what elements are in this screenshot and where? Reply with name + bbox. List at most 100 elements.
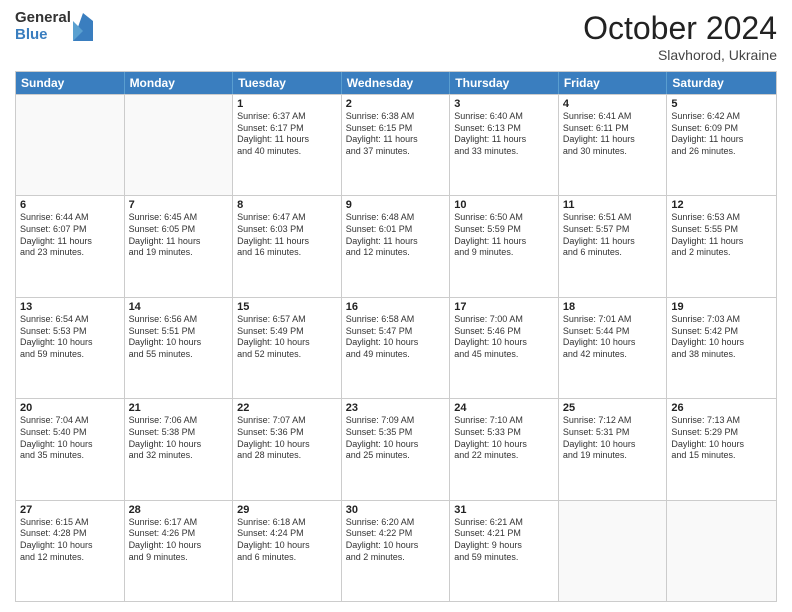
cell-info-line: Sunrise: 6:42 AM: [671, 111, 772, 123]
cell-info-line: Daylight: 10 hours: [346, 439, 446, 451]
cell-info-line: Daylight: 10 hours: [346, 540, 446, 552]
cell-info-line: and 32 minutes.: [129, 450, 229, 462]
cell-info-line: and 2 minutes.: [671, 247, 772, 259]
cell-info-line: and 33 minutes.: [454, 146, 554, 158]
cell-info-line: Sunset: 6:03 PM: [237, 224, 337, 236]
cell-info-line: and 19 minutes.: [129, 247, 229, 259]
calendar-cell: 20Sunrise: 7:04 AMSunset: 5:40 PMDayligh…: [16, 399, 125, 499]
cell-info-line: and 19 minutes.: [563, 450, 663, 462]
day-number: 11: [563, 199, 663, 211]
cell-info-line: and 26 minutes.: [671, 146, 772, 158]
cell-info-line: and 49 minutes.: [346, 349, 446, 361]
cell-info-line: and 12 minutes.: [20, 552, 120, 564]
day-number: 17: [454, 301, 554, 313]
cell-info-line: Sunrise: 6:45 AM: [129, 212, 229, 224]
calendar-header: SundayMondayTuesdayWednesdayThursdayFrid…: [16, 72, 776, 94]
cell-info-line: and 23 minutes.: [20, 247, 120, 259]
cell-info-line: Daylight: 11 hours: [563, 236, 663, 248]
cell-info-line: Daylight: 10 hours: [563, 439, 663, 451]
cell-info-line: Sunset: 5:46 PM: [454, 326, 554, 338]
day-number: 10: [454, 199, 554, 211]
calendar-cell: 29Sunrise: 6:18 AMSunset: 4:24 PMDayligh…: [233, 501, 342, 601]
day-number: 15: [237, 301, 337, 313]
calendar-cell: 12Sunrise: 6:53 AMSunset: 5:55 PMDayligh…: [667, 196, 776, 296]
cell-info-line: Daylight: 11 hours: [129, 236, 229, 248]
cell-info-line: Daylight: 10 hours: [129, 540, 229, 552]
day-number: 28: [129, 504, 229, 516]
day-number: 23: [346, 402, 446, 414]
day-number: 29: [237, 504, 337, 516]
calendar-cell: 10Sunrise: 6:50 AMSunset: 5:59 PMDayligh…: [450, 196, 559, 296]
cell-info-line: Sunset: 6:09 PM: [671, 123, 772, 135]
cell-info-line: Sunrise: 6:15 AM: [20, 517, 120, 529]
day-number: 18: [563, 301, 663, 313]
cell-info-line: Sunrise: 6:58 AM: [346, 314, 446, 326]
cell-info-line: Sunrise: 6:37 AM: [237, 111, 337, 123]
cell-info-line: and 15 minutes.: [671, 450, 772, 462]
cell-info-line: Sunset: 5:57 PM: [563, 224, 663, 236]
cell-info-line: Sunset: 6:01 PM: [346, 224, 446, 236]
calendar-cell: 27Sunrise: 6:15 AMSunset: 4:28 PMDayligh…: [16, 501, 125, 601]
cell-info-line: Sunrise: 7:13 AM: [671, 415, 772, 427]
calendar: SundayMondayTuesdayWednesdayThursdayFrid…: [15, 71, 777, 602]
day-number: 24: [454, 402, 554, 414]
cell-info-line: Sunset: 6:05 PM: [129, 224, 229, 236]
cell-info-line: Sunrise: 6:17 AM: [129, 517, 229, 529]
day-number: 22: [237, 402, 337, 414]
day-number: 12: [671, 199, 772, 211]
cell-info-line: Daylight: 10 hours: [454, 337, 554, 349]
calendar-cell: [559, 501, 668, 601]
calendar-cell: 2Sunrise: 6:38 AMSunset: 6:15 PMDaylight…: [342, 95, 451, 195]
cell-info-line: Daylight: 11 hours: [671, 236, 772, 248]
calendar-cell: 21Sunrise: 7:06 AMSunset: 5:38 PMDayligh…: [125, 399, 234, 499]
cell-info-line: and 52 minutes.: [237, 349, 337, 361]
calendar-week-row: 6Sunrise: 6:44 AMSunset: 6:07 PMDaylight…: [16, 195, 776, 296]
cell-info-line: Sunset: 4:28 PM: [20, 528, 120, 540]
cell-info-line: Sunset: 4:21 PM: [454, 528, 554, 540]
calendar-week-row: 1Sunrise: 6:37 AMSunset: 6:17 PMDaylight…: [16, 94, 776, 195]
day-number: 31: [454, 504, 554, 516]
day-of-week-header: Wednesday: [342, 72, 451, 94]
cell-info-line: and 38 minutes.: [671, 349, 772, 361]
day-number: 27: [20, 504, 120, 516]
calendar-week-row: 20Sunrise: 7:04 AMSunset: 5:40 PMDayligh…: [16, 398, 776, 499]
cell-info-line: and 45 minutes.: [454, 349, 554, 361]
cell-info-line: Sunrise: 6:20 AM: [346, 517, 446, 529]
calendar-cell: 17Sunrise: 7:00 AMSunset: 5:46 PMDayligh…: [450, 298, 559, 398]
cell-info-line: Daylight: 10 hours: [237, 337, 337, 349]
cell-info-line: Daylight: 10 hours: [129, 337, 229, 349]
cell-info-line: Daylight: 11 hours: [454, 236, 554, 248]
cell-info-line: Daylight: 11 hours: [346, 134, 446, 146]
day-number: 2: [346, 98, 446, 110]
cell-info-line: Sunrise: 6:48 AM: [346, 212, 446, 224]
cell-info-line: and 59 minutes.: [20, 349, 120, 361]
calendar-cell: [16, 95, 125, 195]
day-of-week-header: Monday: [125, 72, 234, 94]
cell-info-line: Sunset: 6:11 PM: [563, 123, 663, 135]
cell-info-line: Daylight: 10 hours: [20, 540, 120, 552]
cell-info-line: Daylight: 11 hours: [237, 134, 337, 146]
calendar-cell: 9Sunrise: 6:48 AMSunset: 6:01 PMDaylight…: [342, 196, 451, 296]
cell-info-line: Sunset: 5:59 PM: [454, 224, 554, 236]
cell-info-line: Sunset: 5:47 PM: [346, 326, 446, 338]
day-number: 5: [671, 98, 772, 110]
cell-info-line: Sunset: 4:26 PM: [129, 528, 229, 540]
month-title: October 2024: [583, 10, 777, 47]
calendar-cell: 19Sunrise: 7:03 AMSunset: 5:42 PMDayligh…: [667, 298, 776, 398]
cell-info-line: Sunrise: 6:51 AM: [563, 212, 663, 224]
cell-info-line: Sunset: 5:44 PM: [563, 326, 663, 338]
day-number: 19: [671, 301, 772, 313]
cell-info-line: Sunset: 6:17 PM: [237, 123, 337, 135]
calendar-cell: 22Sunrise: 7:07 AMSunset: 5:36 PMDayligh…: [233, 399, 342, 499]
cell-info-line: Daylight: 10 hours: [563, 337, 663, 349]
cell-info-line: Sunrise: 6:40 AM: [454, 111, 554, 123]
cell-info-line: Sunset: 6:07 PM: [20, 224, 120, 236]
cell-info-line: and 42 minutes.: [563, 349, 663, 361]
cell-info-line: and 37 minutes.: [346, 146, 446, 158]
cell-info-line: and 9 minutes.: [454, 247, 554, 259]
day-number: 6: [20, 199, 120, 211]
cell-info-line: Daylight: 10 hours: [237, 540, 337, 552]
cell-info-line: Sunrise: 7:07 AM: [237, 415, 337, 427]
cell-info-line: Sunset: 5:40 PM: [20, 427, 120, 439]
page: General Blue October 2024 Slavhorod, Ukr…: [0, 0, 792, 612]
